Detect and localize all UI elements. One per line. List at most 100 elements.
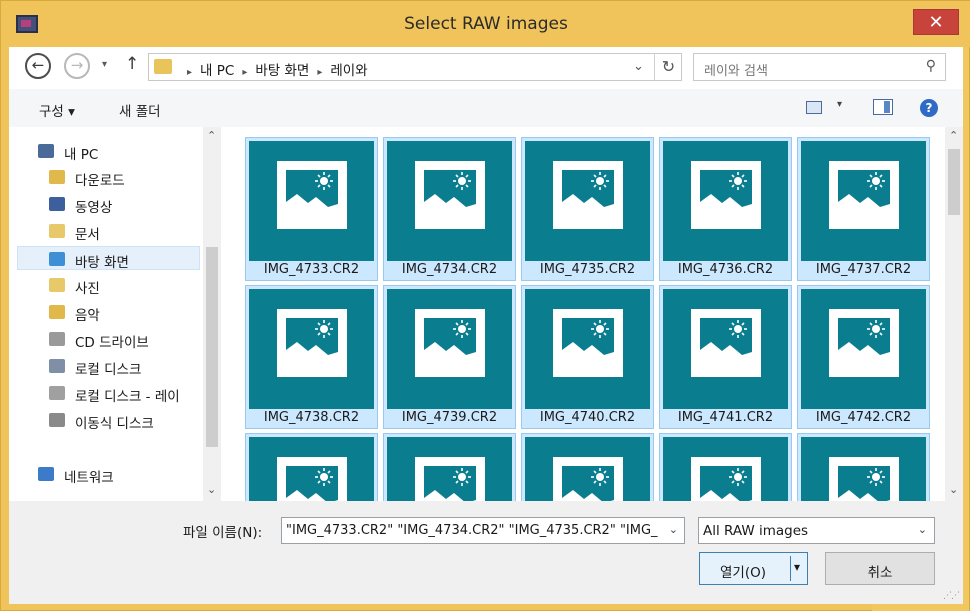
tree-item[interactable]: 이동식 디스크 [9, 408, 205, 432]
tree-item-label: 사진 [75, 281, 100, 297]
file-tile[interactable] [659, 433, 792, 501]
recent-locations-button[interactable]: ▾ [102, 59, 107, 70]
tree-item-label: 로컬 디스크 [75, 362, 142, 378]
file-tile[interactable]: IMG_4740.CR2 [521, 285, 654, 429]
file-tile[interactable] [797, 433, 930, 501]
open-options-button[interactable]: ▾ [794, 560, 800, 574]
tree-item[interactable]: 사진 [9, 273, 205, 297]
file-list-scrollbar[interactable]: ⌃ ⌄ [945, 127, 963, 501]
filename-input[interactable]: "IMG_4733.CR2" "IMG_4734.CR2" "IMG_4735.… [286, 523, 664, 538]
scroll-up-icon[interactable]: ⌃ [949, 129, 958, 142]
file-name: IMG_4733.CR2 [263, 262, 360, 277]
chevron-down-icon: ▾ [794, 560, 801, 574]
tree-item-label: 네트워크 [64, 470, 114, 486]
organize-button[interactable]: 구성 ▾ [39, 100, 75, 120]
search-input[interactable]: 레이와 검색 [704, 60, 768, 79]
photo-placeholder-icon [415, 161, 485, 229]
tree-item[interactable]: 바탕 화면 [17, 246, 200, 270]
address-history-button[interactable]: ⌄ [633, 59, 644, 74]
file-tile[interactable] [245, 433, 378, 501]
search-icon[interactable]: ⚲ [926, 58, 936, 74]
file-tile[interactable]: IMG_4741.CR2 [659, 285, 792, 429]
image-thumbnail [387, 437, 512, 501]
breadcrumb-item[interactable]: 바탕 화면 [255, 63, 309, 79]
refresh-button[interactable]: ↻ [654, 54, 682, 80]
close-button[interactable]: ✕ [913, 9, 959, 35]
file-tile[interactable]: IMG_4733.CR2 [245, 137, 378, 281]
forward-button[interactable]: → [64, 53, 90, 79]
scrollbar-thumb[interactable] [948, 149, 960, 215]
breadcrumb-separator-icon[interactable]: ▸ [317, 67, 322, 78]
open-button[interactable]: 열기(O) ▾ [699, 552, 808, 585]
preview-pane-icon[interactable] [873, 99, 893, 115]
view-options-button[interactable]: ▾ [837, 99, 842, 110]
computer-icon [38, 144, 54, 158]
file-tile[interactable]: IMG_4737.CR2 [797, 137, 930, 281]
file-tile[interactable]: IMG_4735.CR2 [521, 137, 654, 281]
tree-item[interactable]: 동영상 [9, 192, 205, 216]
documents-icon [49, 224, 65, 238]
title-bar[interactable]: Select RAW images ✕ [1, 1, 970, 47]
image-thumbnail [525, 141, 650, 261]
breadcrumb-separator-icon[interactable]: ▸ [242, 67, 247, 78]
scroll-down-icon[interactable]: ⌄ [207, 483, 216, 496]
dialog-window: Select RAW images ✕ ← → ▾ ↑ ▸ 내 PC ▸ 바탕 화면 ▸… [0, 0, 970, 611]
tree-item[interactable]: 음악 [9, 300, 205, 324]
photo-placeholder-icon [691, 457, 761, 501]
landscape-icon [424, 468, 476, 501]
scroll-down-icon[interactable]: ⌄ [949, 483, 958, 496]
tree-item[interactable]: 로컬 디스크 - 레이 [9, 381, 205, 405]
resize-grip-icon[interactable]: ⋰⋰ [943, 591, 960, 601]
scrollbar-thumb[interactable] [206, 247, 218, 447]
address-bar[interactable]: ▸ 내 PC ▸ 바탕 화면 ▸ 레이와 ⌄ ↻ [148, 53, 682, 81]
new-folder-button[interactable]: 새 폴더 [119, 100, 161, 120]
photo-placeholder-icon [277, 309, 347, 377]
tree-item-label: 다운로드 [75, 173, 125, 189]
desktop-icon [49, 252, 65, 266]
file-tile[interactable]: IMG_4734.CR2 [383, 137, 516, 281]
back-button[interactable]: ← [25, 53, 51, 79]
tree-item[interactable]: CD 드라이브 [9, 327, 205, 351]
file-name: IMG_4739.CR2 [401, 410, 498, 425]
open-button-label: 열기(O) [720, 565, 766, 581]
landscape-icon [286, 320, 338, 368]
tree-item[interactable]: 로컬 디스크 [9, 354, 205, 378]
tree-item[interactable]: 내 PC [9, 139, 205, 163]
breadcrumb-item[interactable]: 레이와 [330, 63, 367, 79]
tree-scrollbar[interactable]: ⌃ ⌄ [203, 127, 221, 501]
file-name: IMG_4738.CR2 [263, 410, 360, 425]
chevron-down-icon: ▾ [102, 59, 108, 70]
file-name: IMG_4740.CR2 [539, 410, 636, 425]
change-view-icon[interactable] [806, 101, 822, 114]
network-icon [38, 467, 54, 481]
file-tile[interactable]: IMG_4742.CR2 [797, 285, 930, 429]
file-type-select[interactable]: All RAW images ⌄ [698, 517, 935, 544]
image-thumbnail [525, 437, 650, 501]
cancel-button[interactable]: 취소 [825, 552, 935, 585]
chevron-down-icon: ▾ [837, 99, 843, 110]
image-thumbnail [663, 289, 788, 409]
landscape-icon [838, 468, 890, 501]
file-tile[interactable]: IMG_4739.CR2 [383, 285, 516, 429]
photo-placeholder-icon [691, 309, 761, 377]
up-button[interactable]: ↑ [125, 54, 139, 74]
file-name: IMG_4736.CR2 [677, 262, 774, 277]
filename-field[interactable]: "IMG_4733.CR2" "IMG_4734.CR2" "IMG_4735.… [281, 517, 685, 544]
file-tile[interactable] [383, 433, 516, 501]
tree-item[interactable]: 네트워크 [9, 462, 205, 486]
search-box[interactable]: 레이와 검색 ⚲ [693, 53, 946, 81]
breadcrumb-item[interactable]: 내 PC [200, 63, 234, 79]
landscape-icon [286, 468, 338, 501]
arrow-right-icon: → [70, 56, 84, 74]
help-icon[interactable]: ? [920, 99, 938, 117]
chevron-down-icon[interactable]: ⌄ [918, 523, 927, 536]
filename-history-button[interactable]: ⌄ [669, 523, 678, 536]
scroll-up-icon[interactable]: ⌃ [207, 129, 216, 142]
file-tile[interactable]: IMG_4736.CR2 [659, 137, 792, 281]
file-tile[interactable] [521, 433, 654, 501]
tree-item[interactable]: 다운로드 [9, 165, 205, 189]
tree-item[interactable]: 문서 [9, 219, 205, 243]
file-tile[interactable]: IMG_4738.CR2 [245, 285, 378, 429]
image-thumbnail [249, 437, 374, 501]
landscape-icon [562, 172, 614, 220]
